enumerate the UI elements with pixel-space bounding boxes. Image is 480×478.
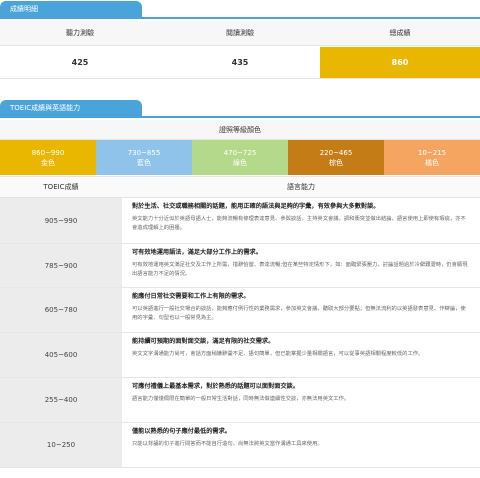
section-divider: [0, 17, 480, 19]
band-name: 金色: [41, 158, 55, 167]
row-title: 可應付禮儀上最基本需求，對於熟悉的話題可以面對面交談。: [132, 383, 300, 390]
row-description: 能持續可預期的面對面交談，滿足有限的社交需求。 英文文字溝通能力尚可，會話方面稍…: [122, 333, 480, 377]
table-row: 785~900 可有效地運用語法，滿足大部分工作上的需求。 可有效地運用英文滿足…: [0, 244, 480, 288]
row-description: 對於生活、社交或職務相關的話題，能用正確的語法與足夠的字彙，有效參與大多數對談。…: [122, 198, 480, 243]
table-row: 405~600 能持續可預期的面對面交談，滿足有限的社交需求。 英文文字溝通能力…: [0, 333, 480, 378]
band-range: 10~215: [417, 148, 447, 157]
row-title: 對於生活、社交或職務相關的話題，能用正確的語法與足夠的字彙，有效參與大多數對談。: [132, 203, 380, 210]
reading-header: 閱讀測驗: [226, 29, 254, 37]
reading-score: 435: [231, 58, 249, 67]
table-row: 10~250 僅能以熟悉的句子應付最低的需求。 只能以背誦的句子進行問答而不能自…: [0, 423, 480, 468]
row-score: 10~250: [0, 423, 122, 467]
band-range: 730~855: [127, 148, 161, 157]
row-text: 可有效地運用英文滿足社交及工作上所需，措辭恰當、表達流暢;但在某些特定情形下，如…: [132, 262, 468, 277]
tab-toeic-ability: TOEIC成績與英語能力: [0, 100, 142, 117]
band-range: 220~465: [319, 148, 353, 157]
language-ability-header: 語言能力: [287, 183, 315, 191]
row-description: 僅能以熟悉的句子應付最低的需求。 只能以背誦的句子進行問答而不能自行造句，尚無法…: [122, 423, 480, 467]
level-table-header: TOEIC成績 語言能力: [0, 176, 480, 198]
score-table-header: 聽力測驗 閱讀測驗 總成績: [0, 21, 480, 46]
band-name: 綠色: [233, 158, 247, 167]
listening-header: 聽力測驗: [66, 29, 94, 37]
total-score: 860: [320, 47, 480, 78]
band-brown: 220~465 棕色: [288, 140, 384, 175]
band-green: 470~725 綠色: [192, 140, 288, 175]
section-divider: [0, 116, 480, 118]
row-title: 能持續可預期的面對面交談，滿足有限的社交需求。: [132, 338, 275, 345]
row-title: 僅能以熟悉的句子應付最低的需求。: [132, 428, 231, 435]
row-score: 255~400: [0, 378, 122, 422]
band-blue: 730~855 藍色: [96, 140, 192, 175]
row-text: 語言能力僅僅侷限在簡單的一般日常生活對話，同時無法做連續性交談，亦無法用英文工作…: [132, 396, 350, 402]
row-score: 405~600: [0, 333, 122, 377]
row-text: 只能以背誦的句子進行問答而不能自行造句，尚無法將英文當作溝通工具來使用。: [132, 441, 323, 447]
row-title: 能應付日常社交需要和工作上有限的需求。: [132, 293, 250, 300]
row-description: 可有效地運用語法，滿足大部分工作上的需求。 可有效地運用英文滿足社交及工作上所需…: [122, 244, 480, 287]
row-text: 英文文字溝通能力尚可，會話方面稍嫌辭彙不足、語句簡單，但已能掌握少量相關語言，可…: [132, 351, 424, 357]
row-description: 可應付禮儀上最基本需求，對於熟悉的話題可以面對面交談。 語言能力僅僅侷限在簡單的…: [122, 378, 480, 422]
certificate-color-header: 證照等級顏色: [0, 120, 480, 140]
row-score: 905~990: [0, 198, 122, 243]
band-name: 橘色: [425, 158, 439, 167]
table-row: 255~400 可應付禮儀上最基本需求，對於熟悉的話題可以面對面交談。 語言能力…: [0, 378, 480, 423]
tab-score-details: 成績明細: [0, 1, 142, 18]
band-orange: 10~215 橘色: [384, 140, 480, 175]
toeic-score-header: TOEIC成績: [43, 183, 79, 191]
listening-score: 425: [71, 58, 89, 67]
table-row: 605~780 能應付日常社交需要和工作上有限的需求。 可以英語進行一般社交場合…: [0, 288, 480, 333]
band-gold: 860~990 金色: [0, 140, 96, 175]
row-score: 605~780: [0, 288, 122, 332]
band-range: 470~725: [223, 148, 257, 157]
band-name: 藍色: [137, 158, 151, 167]
row-text: 可以英語進行一般社交場合的談話，能夠應付例行性的業務需求，參加英文會議，聽取大部…: [132, 306, 466, 321]
row-score: 785~900: [0, 244, 122, 287]
total-header: 總成績: [389, 29, 411, 37]
table-row: 905~990 對於生活、社交或職務相關的話題，能用正確的語法與足夠的字彙，有效…: [0, 198, 480, 244]
band-range: 860~990: [31, 148, 65, 157]
band-name: 棕色: [329, 158, 343, 167]
color-bands: 860~990 金色 730~855 藍色 470~725 綠色 220~465…: [0, 140, 480, 175]
row-description: 能應付日常社交需要和工作上有限的需求。 可以英語進行一般社交場合的談話，能夠應付…: [122, 288, 480, 332]
row-title: 可有效地運用語法，滿足大部分工作上的需求。: [132, 249, 262, 256]
score-table-values: 425 435 860: [0, 47, 480, 79]
row-text: 英文能力十分近似於英語母語人士，能夠流暢有條理表達意見、參與談話，主持英文會議，…: [132, 216, 466, 231]
